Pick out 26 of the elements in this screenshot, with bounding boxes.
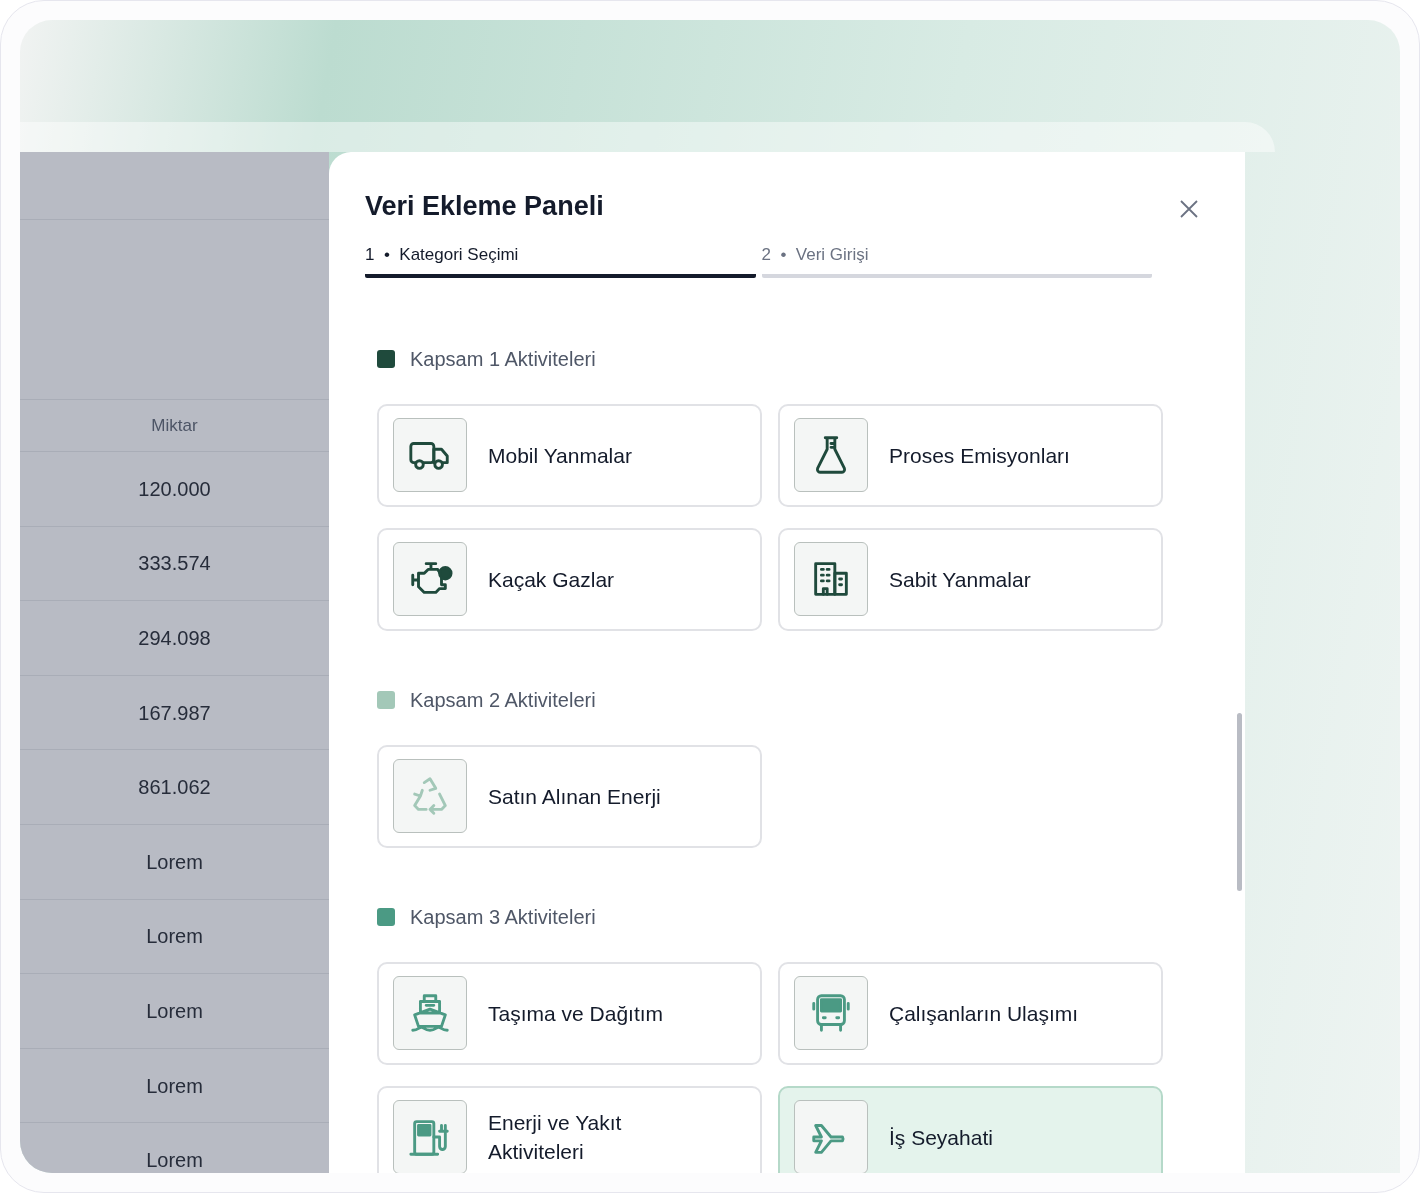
table-cell-text: Lorem xyxy=(146,1148,203,1173)
section-title: Kapsam 1 Aktiviteleri xyxy=(410,346,596,372)
step-tab[interactable]: 1 • Kategori Seçimi xyxy=(365,242,756,278)
category-card[interactable]: Proses Emisyonları xyxy=(778,403,1163,507)
table-cell-text: Lorem xyxy=(146,924,203,950)
category-card[interactable]: Mobil Yanmalar xyxy=(377,403,762,507)
category-card[interactable]: Taşıma ve Dağıtım xyxy=(377,961,762,1065)
table-cell-text: 167.987 xyxy=(138,700,211,726)
section-title: Kapsam 2 Aktiviteleri xyxy=(410,687,596,713)
modal-title: Veri Ekleme Paneli xyxy=(365,190,604,223)
category-card[interactable]: Enerji ve Yakıt Aktiviteleri xyxy=(377,1085,762,1173)
column-header: Miktar xyxy=(151,414,198,437)
table-cell-text: 333.574 xyxy=(138,551,211,577)
section-title: Kapsam 3 Aktiviteleri xyxy=(410,904,596,930)
table-cell-text: 294.098 xyxy=(138,626,211,651)
category-card[interactable]: Sabit Yanmalar xyxy=(778,527,1163,631)
table-cell-text: 861.062 xyxy=(138,775,211,801)
category-card[interactable]: Kaçak Gazlar xyxy=(377,527,762,631)
category-card[interactable]: Satın Alınan Enerji xyxy=(377,744,762,848)
category-card[interactable]: Çalışanların Ulaşımı xyxy=(778,961,1163,1065)
table-cell-text: 120.000 xyxy=(138,476,211,502)
category-card[interactable]: İş Seyahati xyxy=(778,1085,1163,1173)
table-cell-text: Lorem xyxy=(146,998,203,1024)
table-cell-text: Lorem xyxy=(146,1073,203,1099)
table-cell-text: Lorem xyxy=(146,849,203,875)
step-tab[interactable]: 2 • Veri Girişi xyxy=(761,242,1152,278)
